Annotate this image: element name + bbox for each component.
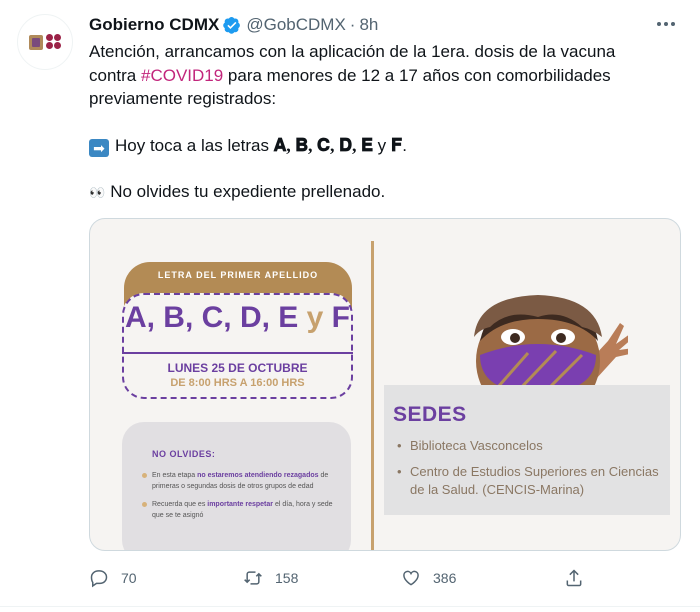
like-button[interactable]: 386	[401, 566, 456, 590]
share-button[interactable]	[564, 566, 596, 590]
verified-badge-icon	[223, 17, 241, 34]
more-icon[interactable]	[654, 14, 678, 34]
eyes-icon: 👀	[89, 185, 105, 200]
tweet-time[interactable]: 8h	[359, 15, 378, 35]
reply-button[interactable]: 70	[89, 566, 137, 590]
letters-divider	[122, 352, 353, 354]
retweet-button[interactable]: 158	[243, 566, 298, 590]
author-handle[interactable]: @GobCDMX	[246, 15, 345, 35]
today-letters-line: ➡ Hoy toca a las letras 𝐀, 𝐁, 𝐂, 𝐃, 𝐄 y 𝐅…	[89, 134, 649, 158]
bottom-divider	[0, 606, 700, 607]
cdmx-flower-logo	[46, 34, 61, 50]
banner-text: LETRA DEL PRIMER APELLIDO	[157, 270, 319, 280]
like-count: 386	[433, 570, 457, 586]
sede-item-2: Centro de Estudios Superiores en Ciencia…	[397, 463, 667, 499]
separator-dot: ·	[349, 15, 356, 34]
child-with-mask-illustration	[474, 295, 628, 394]
sedes-title: SEDES	[393, 403, 467, 426]
note-item-1: En esta etapa no estaremos atendiendo re…	[140, 470, 345, 492]
author-name[interactable]: Gobierno CDMX	[89, 15, 219, 35]
reply-count: 70	[121, 570, 137, 586]
tweet: Gobierno CDMX @GobCDMX · 8h Atención, ar…	[0, 0, 700, 612]
like-icon	[403, 570, 419, 586]
letters-main: A, B, C, D, E y F	[124, 301, 351, 334]
letters-bold: 𝐀, 𝐁, 𝐂, 𝐃, 𝐄	[273, 134, 373, 155]
text-line-3: previamente registrados:	[89, 89, 277, 108]
tweet-actions: 70 158 386	[89, 566, 681, 590]
tweet-image[interactable]: LETRA DEL PRIMER APELLIDO A, B, C, D, E …	[89, 218, 681, 551]
hours-text: DE 8:00 HRS A 16:00 HRS	[170, 377, 305, 389]
arrow-right-icon: ➡	[89, 138, 109, 157]
avatar[interactable]	[17, 14, 73, 70]
note-item-2: Recuerda que es importante respetar el d…	[140, 499, 345, 521]
cdmx-shield-logo	[29, 34, 43, 50]
hashtag-link[interactable]: #COVID19	[141, 66, 223, 85]
sede-item-1: Biblioteca Vasconcelos	[397, 437, 667, 455]
vertical-divider	[371, 241, 374, 550]
date-text: LUNES 25 DE OCTUBRE	[167, 361, 308, 375]
reminder-line: 👀 No olvides tu expediente prellenado.	[89, 180, 649, 205]
text-line-1: Atención, arrancamos con la aplicación d…	[89, 42, 616, 61]
note-title: NO OLVIDES:	[152, 449, 216, 459]
tweet-header: Gobierno CDMX @GobCDMX · 8h	[89, 14, 378, 36]
tweet-text: Atención, arrancamos con la aplicación d…	[89, 40, 649, 205]
retweet-count: 158	[275, 570, 299, 586]
reply-icon	[90, 570, 108, 588]
text-line-2: contra #COVID19 para menores de 12 a 17 …	[89, 65, 611, 85]
retweet-icon	[244, 571, 262, 585]
share-icon	[566, 569, 582, 587]
